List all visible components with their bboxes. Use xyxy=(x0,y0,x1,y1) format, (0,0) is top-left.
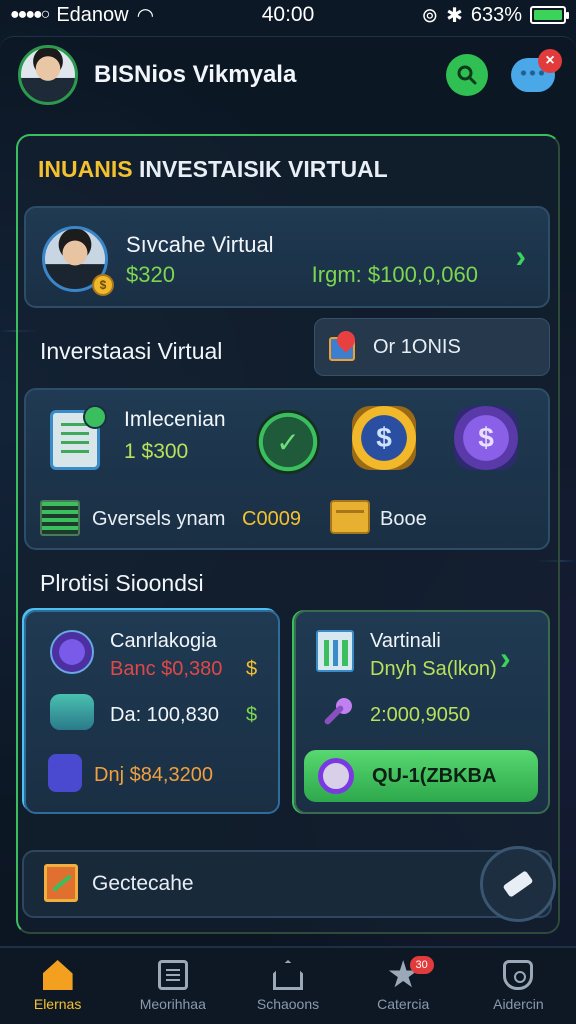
account-balance: $320 xyxy=(126,262,175,287)
panel-title-rest: INVESTAISIK VIRTUAL xyxy=(132,156,388,182)
promo-left-line1: Banc $0,380 xyxy=(110,658,223,680)
panel-title: INUANIS INVESTAISIK VIRTUAL xyxy=(38,156,388,183)
promo-right-subtitle: Dnyh Sa(lkon) xyxy=(370,658,497,680)
chevron-right-icon[interactable]: › xyxy=(500,640,511,677)
overview-value: C0009 xyxy=(242,508,301,530)
promo-cta-label: QU-1(ZBKBA xyxy=(372,764,497,787)
profile-avatar[interactable] xyxy=(18,45,78,105)
purple-dollar-icon[interactable]: $ xyxy=(454,406,518,470)
carrier-name: Edanow xyxy=(56,3,129,26)
options-label: Or 1ONIS xyxy=(373,335,461,358)
options-button[interactable]: Or 1ONIS xyxy=(314,318,550,376)
ledger-icon xyxy=(40,500,80,536)
tab-shield[interactable]: Aidercin xyxy=(461,948,576,1024)
house-icon xyxy=(273,960,303,990)
promo-left-line3: Dnj $84,3200 xyxy=(94,764,213,786)
tab-label: Elernas xyxy=(33,996,82,1012)
app-header: BISNios Vikmyala × xyxy=(18,40,562,110)
hexagon-icon xyxy=(48,754,82,792)
battery-icon xyxy=(530,6,569,24)
investment-section-title: Inverstaasi Virtual xyxy=(40,338,223,364)
trend-chart-icon[interactable]: ✓ xyxy=(256,410,320,474)
status-bar: ●●●●○ Edanow ◠ 40:00 ⊚ ✱ 633% xyxy=(0,0,576,30)
home-icon xyxy=(42,960,73,990)
clock: 40:00 xyxy=(261,3,315,26)
bluetooth-icon: ✱ xyxy=(446,4,463,27)
promo-cta-button[interactable]: QU-1(ZBKBA xyxy=(304,750,538,802)
overview-label: Gversels ynam xyxy=(92,508,226,530)
flag-icon xyxy=(44,864,78,902)
tab-house[interactable]: Schaoons xyxy=(230,948,345,1024)
notification-badge: 30 xyxy=(409,956,434,974)
tab-list[interactable]: Meorihhaa xyxy=(115,948,230,1024)
signal-dots-icon: ●●●●○ xyxy=(10,6,50,23)
bottom-card-label: Gectecahe xyxy=(92,872,194,895)
tab-label: Aidercin xyxy=(493,996,544,1012)
chevron-right-icon[interactable]: › xyxy=(515,238,526,275)
coin-icon: $ xyxy=(92,274,114,296)
promo-right-name: Vartinali xyxy=(370,630,441,652)
battery-percent: 633% xyxy=(470,3,522,26)
ring-icon xyxy=(318,758,354,794)
pencil-icon xyxy=(502,870,534,898)
investment-label: Imlecenian xyxy=(124,408,226,431)
tab-label: Catercia xyxy=(377,996,430,1012)
promo-section-title: Plrotisi Sioondsi xyxy=(40,570,204,596)
clipboard-icon xyxy=(157,960,188,990)
tab-bar: Elernas Meorihhaa Schaoons 30 Catercia A… xyxy=(0,946,576,1024)
floating-action-button[interactable] xyxy=(480,846,556,922)
promo-left-line2: Da: 100,830 xyxy=(110,704,219,726)
map-pin-icon xyxy=(329,327,361,363)
investment-amount: 1 $300 xyxy=(124,440,189,463)
badge-icon xyxy=(50,630,94,674)
account-card[interactable]: $ Sıvcahe Virtual $320 Irgm: $100,0,060 … xyxy=(24,206,550,308)
promo-left-line2-suffix: $ xyxy=(246,704,258,726)
panel-title-accent: INUANIS xyxy=(38,156,133,182)
tab-label: Meorihhaa xyxy=(139,996,206,1012)
wifi-icon: ◠ xyxy=(136,4,155,27)
search-button[interactable] xyxy=(446,54,488,96)
close-icon[interactable]: × xyxy=(538,49,562,73)
tab-label: Schaoons xyxy=(256,996,320,1012)
account-target: Irgm: $100,0,060 xyxy=(311,262,478,287)
promo-right-value: 2:000,9050 xyxy=(370,704,471,726)
document-icon xyxy=(50,405,107,470)
boost-label[interactable]: Booe xyxy=(380,508,427,531)
promo-left-name: Canrlakogia xyxy=(110,630,217,652)
search-icon xyxy=(457,65,477,85)
bar-chart-icon xyxy=(316,630,354,672)
shield-icon xyxy=(503,960,534,990)
account-name: Sıvcahe Virtual xyxy=(126,232,274,257)
microphone-icon xyxy=(318,696,354,732)
chat-button[interactable]: × xyxy=(508,49,562,97)
treasure-box-icon[interactable] xyxy=(330,500,370,534)
tab-star[interactable]: 30 Catercia xyxy=(346,948,461,1024)
alarm-icon: ⊚ xyxy=(421,4,439,27)
cash-stack-icon xyxy=(50,694,94,730)
tab-home[interactable]: Elernas xyxy=(0,948,115,1024)
gold-dollar-icon[interactable]: $ xyxy=(352,406,416,470)
app-title: BISNios Vikmyala xyxy=(94,61,297,88)
promo-left-line1-suffix: $ xyxy=(246,658,258,680)
